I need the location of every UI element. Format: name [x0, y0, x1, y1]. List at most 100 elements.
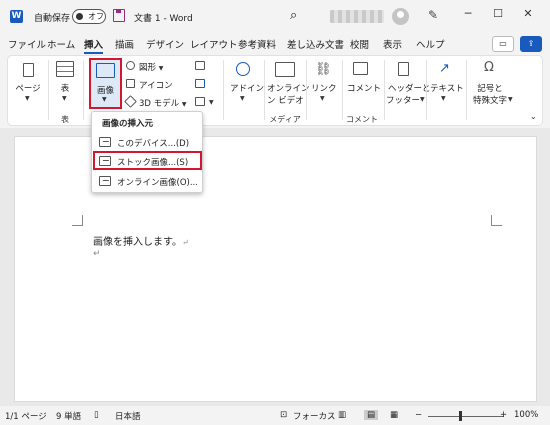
- focus-label[interactable]: フォーカス: [293, 410, 336, 422]
- paragraph-mark: ↵: [182, 238, 189, 247]
- zoom-slider-thumb[interactable]: [459, 411, 462, 421]
- menu-item-online-pictures[interactable]: オンライン画像(O)...: [96, 173, 200, 190]
- cursor-paragraph-mark: ↵: [93, 249, 101, 259]
- divider: [342, 60, 343, 120]
- chevron-down-icon: ▼: [102, 96, 107, 103]
- header-footer-label-2[interactable]: フッター: [386, 94, 420, 106]
- crop-mark: [72, 225, 83, 226]
- read-mode-icon[interactable]: ▥: [338, 410, 346, 420]
- chevron-down-icon: ▼: [62, 95, 67, 102]
- word-logo-icon: W: [10, 10, 23, 23]
- chevron-down-icon: ▼: [508, 96, 513, 103]
- tab-layout[interactable]: レイアウト: [190, 37, 238, 51]
- page-icon: [23, 63, 34, 77]
- web-layout-icon[interactable]: ▦: [390, 410, 398, 420]
- text-box-icon: ↗: [439, 61, 450, 76]
- save-icon[interactable]: [113, 9, 125, 22]
- table-button[interactable]: 表: [57, 82, 73, 94]
- screenshot-icon[interactable]: [195, 97, 205, 106]
- online-video-label-2[interactable]: ン ビデオ: [267, 94, 304, 106]
- autosave-label: 自動保存: [34, 14, 71, 24]
- tab-file[interactable]: ファイル: [8, 37, 46, 51]
- link-button[interactable]: リンク: [311, 82, 337, 94]
- shapes-icon: [126, 61, 135, 70]
- toggle-knob: [76, 13, 83, 20]
- chevron-down-icon: ▼: [420, 96, 425, 103]
- text-button[interactable]: テキスト: [430, 82, 464, 94]
- active-tab-indicator: [84, 52, 103, 54]
- divider: [83, 60, 84, 120]
- document-text: 画像を挿入します。: [93, 237, 182, 248]
- autosave-toggle[interactable]: オフ: [72, 9, 106, 24]
- language[interactable]: 日本語: [115, 410, 141, 422]
- pen-icon[interactable]: ✎: [428, 8, 438, 22]
- picture-icon: [96, 63, 115, 78]
- shapes-label: 図形: [139, 63, 157, 73]
- menu-item-label: このデバイス...(D): [117, 139, 190, 149]
- link-icon: ⛓: [315, 62, 332, 77]
- avatar[interactable]: [392, 8, 409, 25]
- proofing-icon[interactable]: ▯: [94, 410, 99, 420]
- menu-header: 画像の挿入元: [102, 119, 154, 129]
- image-icon: [99, 137, 111, 147]
- tab-help[interactable]: ヘルプ: [416, 37, 445, 51]
- header-footer-label-1[interactable]: ヘッダーと: [388, 82, 431, 94]
- header-footer-icon: [398, 62, 409, 76]
- tab-mailings[interactable]: 差し込み文書: [287, 37, 344, 51]
- zoom-out-button[interactable]: −: [415, 410, 422, 420]
- tab-draw[interactable]: 描画: [115, 37, 134, 51]
- menu-item-label: オンライン画像(O)...: [117, 178, 198, 188]
- zoom-in-button[interactable]: +: [500, 410, 507, 420]
- omega-icon: Ω: [484, 60, 494, 75]
- icons-icon: [126, 79, 135, 88]
- print-layout-icon[interactable]: ▤: [364, 410, 379, 420]
- share-button[interactable]: ⇪: [520, 36, 542, 52]
- divider: [466, 60, 467, 120]
- stock-images-highlight: [93, 151, 202, 170]
- tab-references[interactable]: 参考資料: [238, 37, 276, 51]
- tab-home[interactable]: ホーム: [47, 37, 75, 51]
- crop-mark: [491, 225, 502, 226]
- close-button[interactable]: ✕: [518, 7, 538, 20]
- 3d-models-label: 3D モデル: [139, 99, 180, 109]
- picture-button[interactable]: 画像: [92, 84, 119, 96]
- chevron-down-icon: ▼: [240, 95, 245, 102]
- comment-button[interactable]: コメント: [347, 82, 381, 94]
- divider: [223, 60, 224, 120]
- tab-view[interactable]: 表示: [383, 37, 402, 51]
- page-button[interactable]: ページ: [15, 82, 41, 94]
- smartart-icon[interactable]: [195, 61, 205, 70]
- focus-icon[interactable]: ⊡: [280, 410, 287, 420]
- online-video-label-1[interactable]: オンライン: [267, 82, 310, 94]
- minimize-button[interactable]: ─: [458, 7, 478, 20]
- user-name[interactable]: [330, 10, 384, 23]
- icons-button[interactable]: アイコン: [139, 79, 173, 91]
- autosave-state: オフ: [88, 12, 104, 21]
- divider: [264, 60, 265, 120]
- chevron-down-icon: ▼: [320, 95, 325, 102]
- comments-button[interactable]: ▭: [492, 36, 514, 52]
- symbols-label-1[interactable]: 記号と: [472, 82, 508, 94]
- page-count[interactable]: 1/1 ページ: [5, 410, 47, 422]
- tab-review[interactable]: 校閲: [350, 37, 369, 51]
- table-icon: [56, 61, 74, 77]
- 3d-models-button[interactable]: 3D モデル ▼: [139, 97, 186, 109]
- shapes-button[interactable]: 図形 ▼: [139, 61, 163, 73]
- addins-icon: [236, 62, 250, 76]
- divider: [426, 60, 427, 120]
- ribbon-collapse-icon[interactable]: ⌄: [530, 112, 537, 121]
- tab-insert[interactable]: 挿入: [84, 37, 103, 51]
- group-label-media: メディア: [269, 115, 301, 124]
- chart-icon[interactable]: [195, 79, 205, 88]
- menu-item-this-device[interactable]: このデバイス...(D): [96, 134, 200, 151]
- search-icon[interactable]: ⌕: [290, 8, 297, 23]
- zoom-slider[interactable]: [428, 416, 504, 417]
- symbols-label-2[interactable]: 特殊文字: [468, 94, 512, 106]
- document-text-line[interactable]: 画像を挿入します。↵: [93, 233, 189, 248]
- zoom-level[interactable]: 100%: [514, 410, 538, 420]
- addins-button[interactable]: アドイン: [230, 82, 264, 94]
- tab-design[interactable]: デザイン: [146, 37, 184, 51]
- image-icon: [99, 176, 111, 186]
- maximize-button[interactable]: ☐: [488, 7, 508, 20]
- word-count[interactable]: 9 単語: [56, 410, 81, 422]
